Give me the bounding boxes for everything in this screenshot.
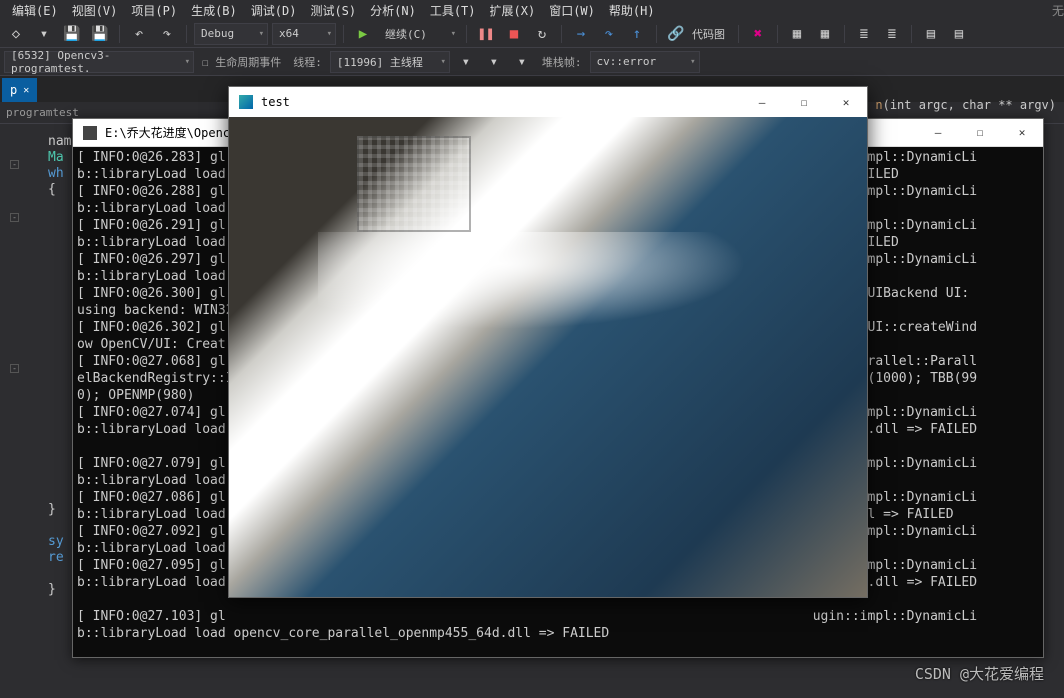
close-icon[interactable]: ✕ <box>825 88 867 116</box>
comment-icon[interactable]: ▤ <box>919 23 943 45</box>
continue-button[interactable]: 继续(C) <box>379 23 459 45</box>
platform-combo[interactable]: x64 <box>272 23 336 45</box>
fold-icon[interactable]: - <box>10 364 19 373</box>
toolbar-main: ◇ ▾ 💾 💾 ↶ ↷ Debug x64 ▶ 继续(C) ❚❚ ■ ↻ → ↷… <box>0 20 1064 48</box>
opencv-title: test <box>261 95 290 109</box>
undo-icon[interactable]: ↶ <box>127 23 151 45</box>
opencv-icon <box>239 95 253 109</box>
image-content <box>318 232 777 338</box>
separator <box>738 25 739 43</box>
tab-p[interactable]: p ✕ <box>2 78 37 102</box>
stepinto-icon[interactable]: → <box>569 23 593 45</box>
codemap-label[interactable]: 代码图 <box>692 26 731 42</box>
separator <box>186 25 187 43</box>
close-icon[interactable]: ✕ <box>23 85 29 96</box>
menu-ext[interactable]: 扩展(X) <box>490 2 536 19</box>
separator <box>466 25 467 43</box>
stepout-icon[interactable]: ↑ <box>625 23 649 45</box>
events-label[interactable]: ☐ 生命周期事件 <box>198 54 285 70</box>
indent-icon[interactable]: ≣ <box>852 23 876 45</box>
saveall-icon[interactable]: 💾 <box>88 23 112 45</box>
function-breadcrumb[interactable]: n(int argc, char ** argv) <box>875 98 1056 112</box>
fold-icon[interactable]: - <box>10 160 19 169</box>
menu-test[interactable]: 测试(S) <box>310 2 356 19</box>
separator <box>844 25 845 43</box>
menu-analyze[interactable]: 分析(N) <box>370 2 416 19</box>
menu-project[interactable]: 项目(P) <box>131 2 177 19</box>
separator <box>119 25 120 43</box>
stack-combo[interactable]: cv::error <box>590 51 700 73</box>
menu-window[interactable]: 窗口(W) <box>549 2 595 19</box>
stepover-icon[interactable]: ↷ <box>597 23 621 45</box>
thread-icon[interactable]: ▾ <box>454 51 478 73</box>
watermark: CSDN @大花爱编程 <box>915 663 1044 684</box>
thread-combo[interactable]: [11996] 主线程 <box>330 51 450 73</box>
menu-right: 无 <box>1052 2 1064 19</box>
separator <box>777 25 778 43</box>
thread-label: 线程: <box>289 54 326 70</box>
maximize-icon[interactable]: ☐ <box>959 119 1001 147</box>
menu-help[interactable]: 帮助(H) <box>609 2 655 19</box>
opencv-image <box>229 117 867 597</box>
stop-icon[interactable]: ■ <box>502 23 526 45</box>
new-icon[interactable]: ◇ <box>4 23 28 45</box>
config-combo[interactable]: Debug <box>194 23 268 45</box>
image-content <box>357 136 472 232</box>
uncomment-icon[interactable]: ▤ <box>947 23 971 45</box>
tab-p-label: p <box>10 83 17 97</box>
menu-bar[interactable]: 编辑(E) 视图(V) 项目(P) 生成(B) 调试(D) 测试(S) 分析(N… <box>0 0 1064 20</box>
minimize-icon[interactable]: — <box>741 88 783 116</box>
fold-icon[interactable]: - <box>10 213 19 222</box>
pause-icon[interactable]: ❚❚ <box>474 23 498 45</box>
opencv-titlebar[interactable]: test — ☐ ✕ <box>229 87 867 117</box>
menu-tools[interactable]: 工具(T) <box>430 2 476 19</box>
code-gutter[interactable]: - - - <box>10 120 26 698</box>
separator <box>911 25 912 43</box>
separator <box>561 25 562 43</box>
console-icon <box>83 126 97 140</box>
open-icon[interactable]: ▾ <box>32 23 56 45</box>
restart-icon[interactable]: ↻ <box>530 23 554 45</box>
outdent-icon[interactable]: ≣ <box>880 23 904 45</box>
minimize-icon[interactable]: — <box>917 119 959 147</box>
editor-text[interactable]: nam Ma wh { } sy re } <box>48 118 71 598</box>
close-icon[interactable]: ✕ <box>1001 119 1043 147</box>
maximize-icon[interactable]: ☐ <box>783 88 825 116</box>
process-combo[interactable]: [6532] Opencv3-programtest. <box>4 51 194 73</box>
codemap-icon[interactable]: 🔗 <box>664 23 688 45</box>
console-title: E:\乔大花进度\Opencv <box>105 124 237 141</box>
menu-edit[interactable]: 编辑(E) <box>12 2 58 19</box>
stack-label: 堆栈帧: <box>538 54 586 70</box>
save-icon[interactable]: 💾 <box>60 23 84 45</box>
menu-build[interactable]: 生成(B) <box>191 2 237 19</box>
play-icon[interactable]: ▶ <box>351 23 375 45</box>
tool-a-icon[interactable]: ▦ <box>785 23 809 45</box>
thread3-icon[interactable]: ▾ <box>510 51 534 73</box>
toolbar-debug: [6532] Opencv3-programtest. ☐ 生命周期事件 线程:… <box>0 48 1064 76</box>
tool-b-icon[interactable]: ▦ <box>813 23 837 45</box>
menu-debug[interactable]: 调试(D) <box>251 2 297 19</box>
diag-icon[interactable]: ✖ <box>746 23 770 45</box>
menu-view[interactable]: 视图(V) <box>72 2 118 19</box>
thread2-icon[interactable]: ▾ <box>482 51 506 73</box>
separator <box>343 25 344 43</box>
separator <box>656 25 657 43</box>
redo-icon[interactable]: ↷ <box>155 23 179 45</box>
opencv-window: test — ☐ ✕ <box>228 86 868 598</box>
